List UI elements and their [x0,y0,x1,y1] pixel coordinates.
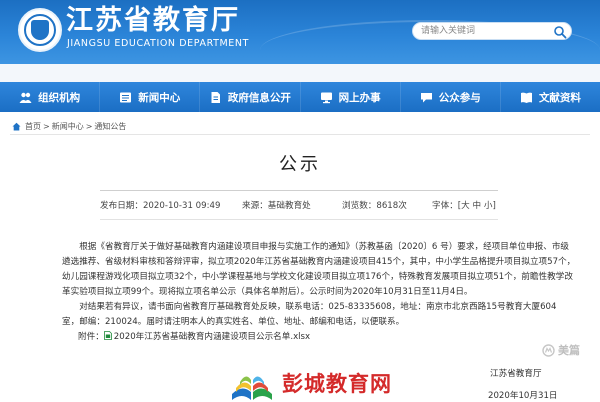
chat-icon [420,92,432,102]
article-meta: 发布日期：2020-10-31 09:49 来源：基础教育处 浏览数：8618次… [0,199,600,213]
news-icon [120,92,132,102]
breadcrumb-separator: > [85,121,93,131]
breadcrumb-separator: > [43,121,50,131]
divider [100,190,498,191]
nav-item-label: 文献资料 [538,91,581,104]
meipian-watermark: 美篇 [542,342,580,358]
main-nav: 组织机构 新闻中心 政府信息公开 网上办事 公众参与 文献资料 [0,82,600,112]
meipian-logo-icon [542,343,555,357]
bracket: ] [492,201,496,211]
nav-item-label: 公众参与 [438,91,481,104]
open-book-icon [232,376,272,400]
search-input[interactable] [421,24,547,38]
site-title[interactable]: 江苏省教育厅 [66,5,240,37]
nav-item-label: 新闻中心 [138,91,181,104]
attachment: 附件： 2020年江苏省基础教育内涵建设项目公示名单.xlsx [62,330,582,345]
article-paragraph: 对结果若有异议，请书面向省教育厅基础教育处反映，联系电话：025-8333560… [62,302,557,327]
font-large-link[interactable]: 大 [461,201,470,211]
nav-item-label: 组织机构 [38,91,81,104]
view-count: 浏览数：8618次 [342,201,407,211]
breadcrumb-home-link[interactable]: 首页 [25,121,41,132]
attachment-label: 附件： [78,332,104,342]
nav-item-label: 网上办事 [338,91,381,104]
nav-item-literature[interactable]: 文献资料 [501,82,600,112]
site-header: 江苏省教育厅 JIANGSU EDUCATION DEPARTMENT [0,0,600,64]
site-subtitle: JIANGSU EDUCATION DEPARTMENT [67,38,250,49]
search-box[interactable] [412,22,572,40]
font-medium-link[interactable]: 中 [473,201,482,211]
font-size-control: 字体：[大 中 小] [432,199,496,211]
article-title: 公示 [279,154,321,175]
nav-item-org[interactable]: 组织机构 [0,82,101,112]
font-size-label: 字体： [432,201,458,211]
nav-item-online-service[interactable]: 网上办事 [301,82,401,112]
monitor-icon [320,92,332,103]
nav-item-gov-info[interactable]: 政府信息公开 [200,82,301,112]
signature-date: 2020年10月31日 [488,391,558,401]
nav-spacer [0,64,600,82]
attachment-link[interactable]: 2020年江苏省基础教育内涵建设项目公示名单.xlsx [114,332,310,342]
nav-item-public-participation[interactable]: 公众参与 [401,82,501,112]
nav-item-label: 政府信息公开 [227,91,291,104]
article-body: 根据《省教育厅关于做好基础教育内涵建设项目申报与实施工作的通知》（苏教基函〔20… [62,240,582,345]
publish-date: 发布日期：2020-10-31 09:49 [100,201,221,211]
signature-org: 江苏省教育厅 [490,369,542,379]
article-paragraph: 根据《省教育厅关于做好基础教育内涵建设项目申报与实施工作的通知》（苏教基函〔20… [62,242,576,297]
site-logo[interactable] [18,8,62,52]
breadcrumb-news-link[interactable]: 新闻中心 [52,121,84,132]
brand-watermark: 彭城教育网 [282,371,392,396]
meipian-label: 美篇 [558,344,580,357]
divider [100,219,498,220]
people-icon [19,92,32,103]
document-icon [211,91,220,103]
home-icon [12,122,21,130]
nav-item-news[interactable]: 新闻中心 [100,82,201,112]
search-icon[interactable] [553,25,567,39]
book-icon [520,92,532,103]
file-icon [103,331,112,340]
breadcrumb-current-link[interactable]: 通知公告 [94,121,126,132]
article-source: 来源：基础教育处 [242,201,311,211]
divider [10,134,590,135]
breadcrumb: 首页 > 新闻中心 > 通知公告 [12,120,126,132]
